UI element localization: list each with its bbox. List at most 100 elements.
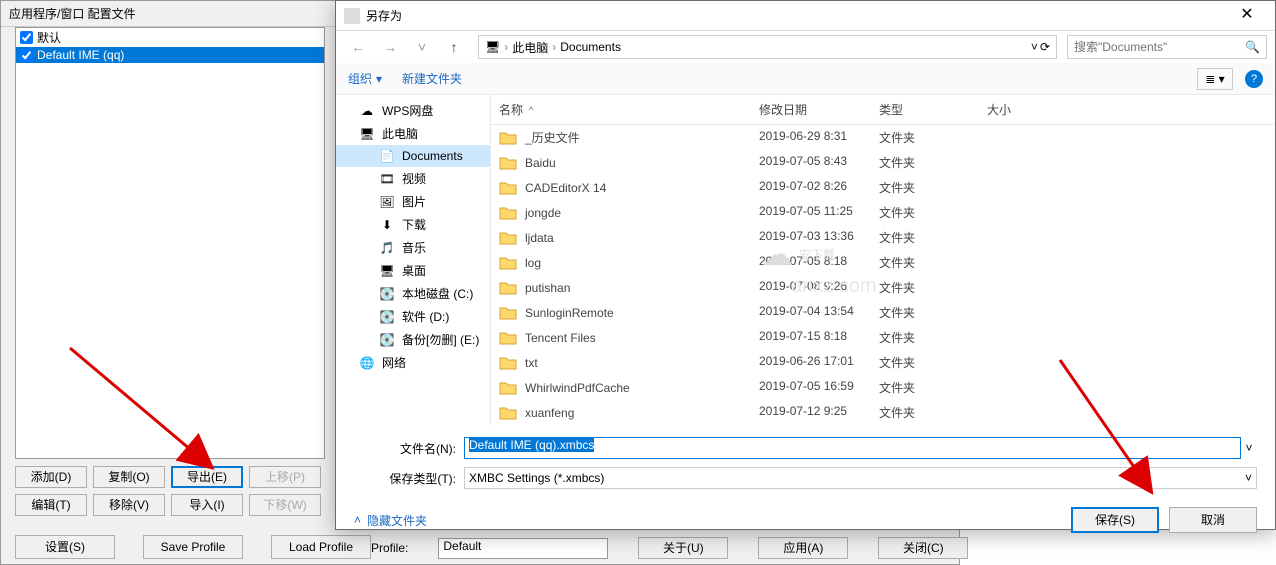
search-icon[interactable]: 🔍 — [1245, 40, 1260, 54]
file-row[interactable]: Baidu2019-07-05 8:43文件夹 — [491, 150, 1275, 175]
col-date[interactable]: 修改日期 — [751, 99, 871, 120]
tree-label: 视频 — [402, 170, 426, 187]
tree-item[interactable]: ⬇下载 — [336, 213, 490, 236]
search-box[interactable]: 🔍 — [1067, 35, 1267, 59]
import-button[interactable]: 导入(I) — [171, 494, 243, 516]
new-folder-button[interactable]: 新建文件夹 — [402, 70, 462, 87]
tree-label: 此电脑 — [382, 125, 418, 142]
sort-asc-icon: ^ — [529, 105, 533, 115]
chevron-down-icon[interactable]: ˅ — [1031, 40, 1038, 54]
folder-icon — [499, 331, 517, 345]
file-type: 文件夹 — [871, 177, 979, 198]
file-date: 2019-07-15 8:18 — [751, 327, 871, 348]
file-list[interactable]: 名称^ 修改日期 类型 大小 _历史文件2019-06-29 8:31文件夹Ba… — [491, 95, 1275, 425]
file-row[interactable]: jongde2019-07-05 11:25文件夹 — [491, 200, 1275, 225]
file-date: 2019-07-05 11:25 — [751, 202, 871, 223]
folder-icon — [499, 306, 517, 320]
file-row[interactable]: _历史文件2019-06-29 8:31文件夹 — [491, 125, 1275, 150]
chevron-right-icon: › — [552, 40, 556, 54]
chevron-down-icon[interactable]: ˅ — [1241, 441, 1257, 455]
folder-icon — [499, 256, 517, 270]
help-icon[interactable]: ? — [1245, 70, 1263, 88]
folder-icon — [499, 381, 517, 395]
filetype-select[interactable]: XMBC Settings (*.xmbcs) ˅ — [464, 467, 1257, 489]
file-date: 2019-06-26 17:01 — [751, 352, 871, 373]
nav-recent-icon[interactable]: ˅ — [408, 35, 436, 59]
folder-icon — [499, 206, 517, 220]
tree-item[interactable]: 💽本地磁盘 (C:) — [336, 282, 490, 305]
file-row[interactable]: WhirlwindPdfCache2019-07-05 16:59文件夹 — [491, 375, 1275, 400]
file-type: 文件夹 — [871, 377, 979, 398]
nav-up-icon[interactable]: ↑ — [440, 35, 468, 59]
chevron-down-icon: ▾ — [376, 72, 382, 86]
profile-checkbox[interactable] — [20, 49, 33, 62]
dialog-titlebar[interactable]: 另存为 ✕ — [336, 1, 1275, 31]
nav-back-icon[interactable]: ← — [344, 35, 372, 59]
file-row[interactable]: txt2019-06-26 17:01文件夹 — [491, 350, 1275, 375]
tree-item[interactable]: 🖼图片 — [336, 190, 490, 213]
folder-icon — [499, 406, 517, 420]
file-row[interactable]: xuanfeng2019-07-12 9:25文件夹 — [491, 400, 1275, 425]
close-icon[interactable]: ✕ — [1227, 2, 1267, 30]
tree-label: 软件 (D:) — [402, 308, 449, 325]
file-row[interactable]: ljdata2019-07-03 13:36文件夹 — [491, 225, 1275, 250]
col-name[interactable]: 名称^ — [491, 99, 751, 120]
disk-icon: 💽 — [378, 332, 396, 348]
settings-button[interactable]: 设置(S) — [15, 535, 115, 559]
search-input[interactable] — [1074, 40, 1245, 54]
breadcrumb-pc[interactable]: 此电脑 — [512, 39, 548, 56]
edit-button[interactable]: 编辑(T) — [15, 494, 87, 516]
export-button[interactable]: 导出(E) — [171, 466, 243, 488]
filename-label: 文件名(N): — [354, 440, 464, 457]
col-type[interactable]: 类型 — [871, 99, 979, 120]
tree-item[interactable]: 💽备份[勿删] (E:) — [336, 328, 490, 351]
add-button[interactable]: 添加(D) — [15, 466, 87, 488]
col-size[interactable]: 大小 — [979, 99, 1059, 120]
file-date: 2019-07-03 13:36 — [751, 227, 871, 248]
file-row[interactable]: Tencent Files2019-07-15 8:18文件夹 — [491, 325, 1275, 350]
file-row[interactable]: putishan2019-07-08 9:26文件夹 — [491, 275, 1275, 300]
tree-item[interactable]: 💽 软件 (D:) — [336, 305, 490, 328]
save-profile-button[interactable]: Save Profile — [143, 535, 243, 559]
tree-label: Documents — [402, 149, 463, 163]
organize-menu[interactable]: 组织 ▾ — [348, 70, 382, 87]
refresh-icon[interactable]: ⟳ — [1040, 40, 1050, 54]
pc-icon: 🖥 — [358, 126, 376, 142]
profile-item-qq[interactable]: Default IME (qq) — [16, 47, 324, 63]
file-size — [979, 127, 1059, 148]
breadcrumb[interactable]: 🖥 › 此电脑 › Documents ˅ ⟳ — [478, 35, 1057, 59]
copy-button[interactable]: 复制(O) — [93, 466, 165, 488]
file-size — [979, 252, 1059, 273]
file-name: Tencent Files — [525, 331, 596, 345]
tree-item[interactable]: 🌐网络 — [336, 351, 490, 374]
profile-list[interactable]: 默认 Default IME (qq) — [15, 27, 325, 459]
save-button[interactable]: 保存(S) — [1071, 507, 1159, 533]
file-date: 2019-07-05 8:43 — [751, 152, 871, 173]
file-date: 2019-07-05 8:18 — [751, 252, 871, 273]
file-row[interactable]: log2019-07-05 8:18文件夹 — [491, 250, 1275, 275]
file-row[interactable]: CADEditorX 142019-07-02 8:26文件夹 — [491, 175, 1275, 200]
nav-tree[interactable]: ☁ WPS网盘 🖥 此电脑 📄Documents🎞视频🖼图片⬇下载🎵音乐🖥桌面💽本地磁盘… — [336, 95, 491, 425]
profile-checkbox[interactable] — [20, 31, 33, 44]
tree-item[interactable]: 📄Documents — [336, 145, 490, 167]
file-name: _历史文件 — [525, 129, 580, 146]
view-mode-button[interactable]: ≣ ▾ — [1197, 68, 1233, 90]
tree-label: 桌面 — [402, 262, 426, 279]
tree-item[interactable]: 🎵音乐 — [336, 236, 490, 259]
breadcrumb-folder[interactable]: Documents — [560, 40, 621, 54]
tree-item[interactable]: ☁ WPS网盘 — [336, 99, 490, 122]
tree-item[interactable]: 🎞视频 — [336, 167, 490, 190]
hide-folders-toggle[interactable]: ˄ 隐藏文件夹 — [354, 512, 427, 529]
cloud-icon: ☁ — [358, 103, 376, 119]
remove-button[interactable]: 移除(V) — [93, 494, 165, 516]
chevron-down-icon: ˅ — [1245, 471, 1252, 485]
file-type: 文件夹 — [871, 152, 979, 173]
filename-input[interactable]: Default IME (qq).xmbcs — [464, 437, 1241, 459]
tree-item[interactable]: 🖥桌面 — [336, 259, 490, 282]
disk-icon: 💽 — [378, 309, 396, 325]
cancel-button[interactable]: 取消 — [1169, 507, 1257, 533]
profile-item-default[interactable]: 默认 — [16, 28, 324, 47]
tree-label: WPS网盘 — [382, 102, 433, 119]
tree-item[interactable]: 🖥 此电脑 — [336, 122, 490, 145]
file-row[interactable]: SunloginRemote2019-07-04 13:54文件夹 — [491, 300, 1275, 325]
